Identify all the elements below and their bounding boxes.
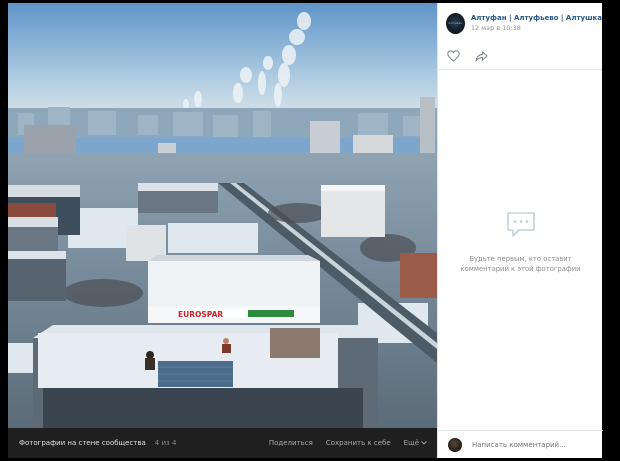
user-avatar — [448, 437, 462, 452]
share-button[interactable]: Поделиться — [269, 439, 313, 447]
post-meta: Алтуфан | Алтуфьево | Алтушка 12 мар в 1… — [471, 14, 602, 32]
share-icon-button[interactable] — [474, 49, 488, 63]
avatar-label: Алтуфан — [448, 21, 463, 25]
post-actions — [438, 43, 602, 70]
photo[interactable]: EUROSPAR — [8, 3, 437, 428]
photo-bottom-bar: Фотографии на стене сообщества 4 из 4 По… — [8, 428, 437, 458]
heart-icon — [446, 50, 460, 62]
store-sign: EUROSPAR — [178, 310, 223, 319]
photo-sidebar: Алтуфан Алтуфан | Алтуфьево | Алтушка 12… — [437, 3, 603, 458]
author-link[interactable]: Алтуфан | Алтуфьево | Алтушка — [471, 14, 602, 22]
album-link[interactable]: Фотографии на стене сообщества — [19, 439, 146, 447]
empty-comments: Будьте первым, кто оставит комментарий к… — [438, 208, 603, 274]
empty-comments-message: Будьте первым, кто оставит комментарий к… — [460, 255, 581, 273]
more-button[interactable]: Ещё — [404, 439, 427, 447]
share-arrow-icon — [474, 50, 488, 62]
comment-composer — [438, 430, 603, 458]
photo-viewer: EUROSPAR Фотографии на стене сообщества … — [8, 3, 603, 458]
comment-bubble-icon — [506, 212, 535, 237]
photo-counter: 4 из 4 — [154, 439, 177, 447]
like-button[interactable] — [446, 49, 460, 63]
comment-input[interactable] — [472, 440, 582, 449]
post-header: Алтуфан Алтуфан | Алтуфьево | Алтушка 12… — [438, 3, 602, 43]
more-label: Ещё — [403, 439, 419, 447]
post-date[interactable]: 12 мар в 10:38 — [471, 24, 602, 32]
city-photo: EUROSPAR — [8, 3, 437, 428]
chevron-down-icon — [421, 441, 427, 445]
save-button[interactable]: Сохранить к себе — [326, 439, 391, 447]
avatar[interactable]: Алтуфан — [446, 12, 465, 34]
